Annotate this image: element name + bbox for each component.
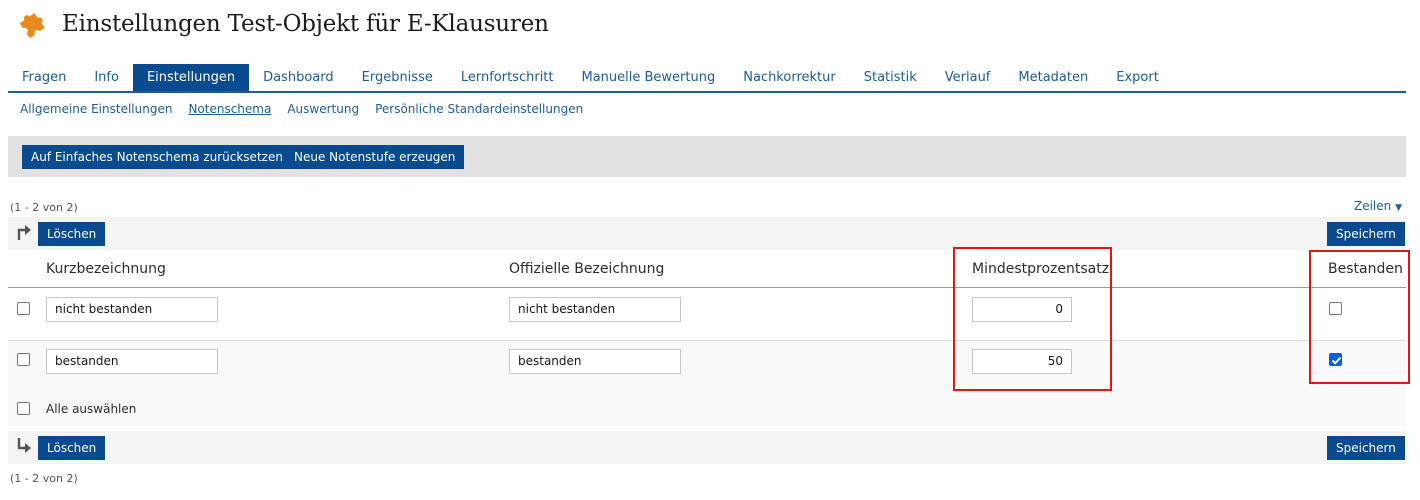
- tab-verlauf[interactable]: Verlauf: [931, 64, 1005, 91]
- checkmark-icon: [1331, 356, 1342, 365]
- puzzle-icon: [19, 13, 45, 39]
- top-actions-band: [8, 217, 1406, 250]
- short-name-input[interactable]: bestanden: [46, 349, 218, 374]
- column-header-short: Kurzbezeichnung: [46, 261, 166, 277]
- toolbar: Auf Einfaches Notenschema zurücksetzen N…: [8, 136, 1406, 177]
- page-title: Einstellungen Test-Objekt für E-Klausure…: [62, 11, 549, 37]
- subtab-auswertung[interactable]: Auswertung: [287, 102, 359, 116]
- new-grade-level-button[interactable]: Neue Notenstufe erzeugen: [285, 145, 465, 169]
- tab-nachkorrektur[interactable]: Nachkorrektur: [729, 64, 849, 91]
- tab-metadaten[interactable]: Metadaten: [1004, 64, 1102, 91]
- arrow-down-right-icon: [17, 438, 31, 453]
- save-button-bottom[interactable]: Speichern: [1327, 436, 1405, 460]
- passed-checkbox[interactable]: [1329, 353, 1342, 366]
- rows-dropdown-label: Zeilen: [1353, 199, 1392, 213]
- page-header: Einstellungen Test-Objekt für E-Klausure…: [14, 6, 549, 42]
- row-select-checkbox[interactable]: [17, 353, 30, 366]
- passed-checkbox[interactable]: [1329, 302, 1342, 315]
- rows-dropdown[interactable]: Zeilen ▼: [1354, 199, 1402, 213]
- subtab-persoenliche-standardeinstellungen[interactable]: Persönliche Standardeinstellungen: [375, 102, 583, 116]
- reset-schema-button[interactable]: Auf Einfaches Notenschema zurücksetzen: [22, 145, 292, 169]
- tab-info[interactable]: Info: [80, 64, 133, 91]
- select-all-row: [8, 392, 1406, 426]
- caret-down-icon: ▼: [1395, 203, 1402, 213]
- subtab-notenschema[interactable]: Notenschema: [188, 102, 271, 116]
- tab-manuelle-bewertung[interactable]: Manuelle Bewertung: [568, 64, 730, 91]
- min-percent-input[interactable]: 0: [972, 297, 1072, 322]
- delete-button-top[interactable]: Löschen: [38, 222, 106, 246]
- row-select-checkbox[interactable]: [17, 302, 30, 315]
- official-name-input[interactable]: nicht bestanden: [509, 297, 681, 322]
- row-count-bottom: (1 - 2 von 2): [10, 472, 78, 485]
- min-percent-input[interactable]: 50: [972, 349, 1072, 374]
- tab-dashboard[interactable]: Dashboard: [249, 64, 348, 91]
- select-all-label: Alle auswählen: [46, 402, 137, 416]
- column-header-official: Offizielle Bezeichnung: [509, 261, 665, 277]
- official-name-input[interactable]: bestanden: [509, 349, 681, 374]
- tab-fragen[interactable]: Fragen: [8, 64, 80, 91]
- tab-ergebnisse[interactable]: Ergebnisse: [348, 64, 447, 91]
- column-header-passed: Bestanden: [1328, 261, 1403, 277]
- arrow-up-right-icon: [17, 225, 31, 240]
- tab-export[interactable]: Export: [1102, 64, 1173, 91]
- delete-button-bottom[interactable]: Löschen: [38, 436, 106, 460]
- main-tabs: Fragen Info Einstellungen Dashboard Erge…: [8, 64, 1406, 93]
- column-header-min-percent: Mindestprozentsatz: [972, 261, 1110, 277]
- select-all-checkbox[interactable]: [17, 402, 30, 415]
- bottom-actions-band: [8, 431, 1406, 464]
- row-count-top: (1 - 2 von 2): [10, 201, 78, 214]
- save-button-top[interactable]: Speichern: [1327, 222, 1405, 246]
- sub-tabs: Allgemeine Einstellungen Notenschema Aus…: [20, 102, 583, 116]
- short-name-input[interactable]: nicht bestanden: [46, 297, 218, 322]
- tab-einstellungen[interactable]: Einstellungen: [132, 64, 250, 91]
- subtab-allgemeine-einstellungen[interactable]: Allgemeine Einstellungen: [20, 102, 172, 116]
- tab-statistik[interactable]: Statistik: [850, 64, 931, 91]
- tab-lernfortschritt[interactable]: Lernfortschritt: [447, 64, 568, 91]
